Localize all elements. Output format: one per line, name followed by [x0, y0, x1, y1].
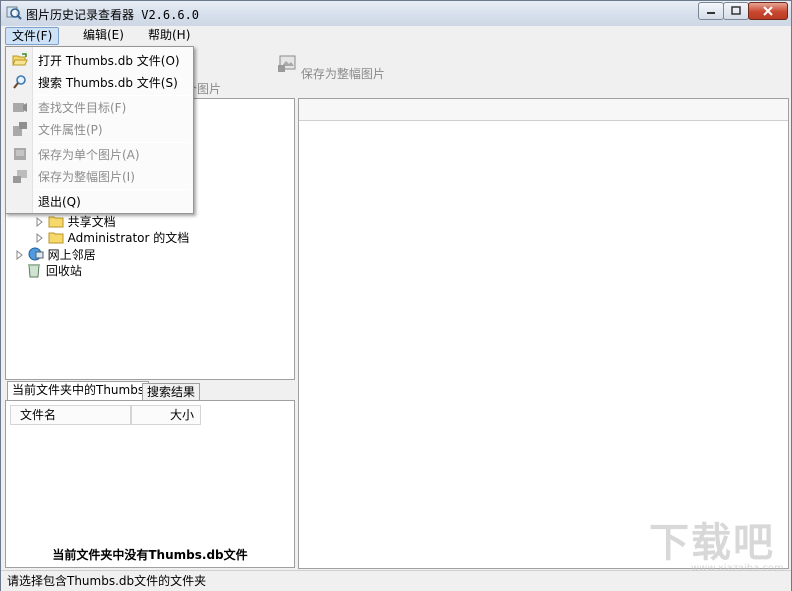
save-whole-label: 保存为整幅图片: [300, 67, 385, 81]
app-window: 图片历史记录查看器 V2.6.6.0 文件(F) 编辑(E) 帮助(H) 个图片…: [0, 0, 792, 591]
menu-item-label: 查找文件目标(F): [38, 101, 127, 115]
menu-edit[interactable]: 编辑(E): [77, 27, 130, 45]
column-header-size[interactable]: 大小: [131, 405, 201, 425]
tree-item-admin-docs[interactable]: Administrator 的文档: [36, 230, 189, 246]
expand-arrow-icon: [16, 249, 23, 261]
tree-item-label: 网上邻居: [47, 248, 96, 262]
close-button[interactable]: [748, 2, 788, 20]
magnifier-app-icon: [6, 6, 22, 20]
result-tabs: 当前文件夹中的Thumbs 搜索结果: [5, 381, 295, 401]
thumbnail-header: [299, 99, 788, 121]
watermark-url: www.xiazaiba.com: [691, 563, 784, 574]
menu-item-label: 搜索 Thumbs.db 文件(S): [38, 76, 178, 90]
menu-item-label: 保存为整幅图片(I): [38, 170, 135, 184]
tree-item-recycle-bin[interactable]: 回收站: [26, 262, 82, 278]
menu-file[interactable]: 文件(F): [5, 27, 60, 45]
save-whole-icon: [278, 55, 296, 72]
expand-arrow-icon: [36, 232, 43, 244]
tree-item-label: 回收站: [45, 264, 82, 278]
tree-item-shared-docs[interactable]: 共享文档: [36, 214, 116, 230]
menu-item-find-target[interactable]: 查找文件目标(F): [6, 96, 193, 118]
menu-item-label: 退出(Q): [38, 195, 81, 209]
properties-icon: [13, 122, 27, 136]
window-title: 图片历史记录查看器 V2.6.6.0: [26, 8, 200, 22]
magnifier-icon: [13, 75, 26, 89]
tab-current-thumbs[interactable]: 当前文件夹中的Thumbs: [7, 381, 150, 401]
find-target-icon: [13, 103, 27, 112]
menu-help[interactable]: 帮助(H): [142, 27, 196, 45]
minimize-button[interactable]: [698, 2, 724, 20]
menu-item-search-thumbs[interactable]: 搜索 Thumbs.db 文件(S): [6, 71, 193, 93]
watermark-text: 下载吧: [649, 520, 775, 566]
menu-item-label: 打开 Thumbs.db 文件(O): [38, 54, 180, 68]
close-icon: [763, 6, 773, 16]
tab-search-results[interactable]: 搜索结果: [142, 383, 201, 401]
thumbs-file-list[interactable]: 文件名 大小 当前文件夹中没有Thumbs.db文件: [5, 400, 295, 568]
menu-item-label: 保存为单个图片(A): [38, 148, 140, 162]
watermark-logo: 下载吧 www.xiazaiba.com: [649, 520, 789, 574]
save-whole-icon: [13, 170, 27, 183]
menu-item-open-thumbs[interactable]: 打开 Thumbs.db 文件(O): [6, 49, 193, 71]
expand-arrow-icon: [36, 216, 43, 228]
recycle-bin-icon: [28, 264, 40, 278]
status-bar: 请选择包含Thumbs.db文件的文件夹: [1, 570, 791, 591]
folder-icon: [48, 216, 64, 228]
minimize-icon: [707, 12, 715, 14]
tree-item-network[interactable]: 网上邻居: [16, 246, 96, 262]
maximize-button[interactable]: [723, 2, 749, 20]
menu-item-exit[interactable]: 退出(Q): [6, 190, 193, 212]
file-menu-dropdown: 打开 Thumbs.db 文件(O) 搜索 Thumbs.db 文件(S) 查找…: [5, 46, 194, 214]
empty-list-message: 当前文件夹中没有Thumbs.db文件: [52, 548, 248, 562]
menu-item-label: 文件属性(P): [38, 123, 103, 137]
save-single-icon: [14, 148, 26, 160]
folder-icon: [48, 232, 64, 244]
tree-item-label: Administrator 的文档: [67, 231, 190, 245]
menu-item-file-properties[interactable]: 文件属性(P): [6, 118, 193, 140]
folder-open-icon: [12, 53, 28, 66]
tree-item-label: 共享文档: [67, 215, 116, 229]
menu-item-save-whole[interactable]: 保存为整幅图片(I): [6, 165, 193, 187]
menu-item-save-single[interactable]: 保存为单个图片(A): [6, 143, 193, 165]
thumbnail-view[interactable]: [298, 98, 789, 569]
menu-bar: 文件(F) 编辑(E) 帮助(H): [1, 26, 791, 46]
title-bar[interactable]: 图片历史记录查看器 V2.6.6.0: [1, 1, 791, 26]
save-whole-button[interactable]: 保存为整幅图片: [277, 54, 385, 82]
maximize-icon: [731, 6, 741, 15]
column-header-filename[interactable]: 文件名: [10, 405, 131, 425]
network-icon: [28, 247, 44, 261]
